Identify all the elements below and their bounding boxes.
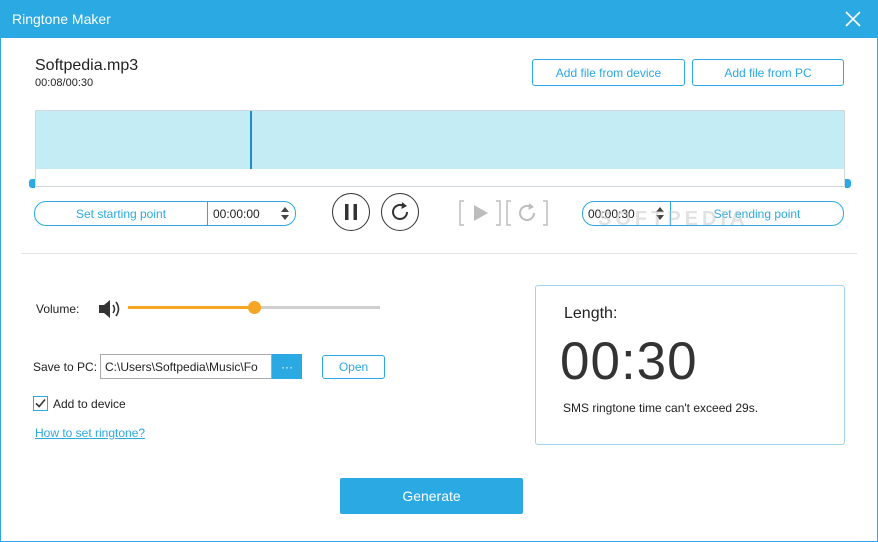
- length-value: 00:30: [560, 332, 698, 391]
- preview-play-icon[interactable]: [459, 198, 501, 228]
- window-title: Ringtone Maker: [12, 11, 111, 27]
- file-name: Softpedia.mp3: [35, 57, 139, 74]
- replay-icon: [392, 202, 408, 220]
- start-point-control: Set starting point 00:00:00: [34, 201, 296, 226]
- save-to-pc-label: Save to PC:: [33, 360, 98, 374]
- speaker-icon[interactable]: [98, 298, 124, 320]
- add-file-from-device-button[interactable]: Add file from device: [532, 59, 685, 86]
- title-bar: [0, 0, 878, 38]
- volume-label: Volume:: [36, 302, 80, 316]
- how-to-set-ringtone-link[interactable]: How to set ringtone?: [35, 426, 145, 440]
- generate-button[interactable]: Generate: [340, 478, 523, 514]
- preview-loop-icon[interactable]: [506, 198, 548, 228]
- add-file-from-pc-button[interactable]: Add file from PC: [692, 59, 844, 86]
- spinner-icon[interactable]: [281, 206, 289, 221]
- playhead[interactable]: [250, 111, 252, 169]
- replay-button[interactable]: [381, 193, 419, 231]
- set-starting-point-button[interactable]: Set starting point: [35, 202, 207, 225]
- start-handle[interactable]: [29, 179, 35, 188]
- add-to-device-checkbox[interactable]: [33, 396, 48, 411]
- open-button[interactable]: Open: [322, 355, 385, 379]
- length-note: SMS ringtone time can't exceed 29s.: [563, 401, 759, 415]
- pause-button[interactable]: [332, 193, 370, 231]
- end-handle[interactable]: [845, 179, 851, 188]
- start-time-field[interactable]: 00:00:00: [207, 202, 295, 225]
- close-button[interactable]: [838, 4, 868, 34]
- volume-slider-thumb[interactable]: [248, 301, 261, 314]
- checkmark-icon: [35, 398, 46, 408]
- browse-button[interactable]: ···: [272, 354, 302, 379]
- volume-slider-fill: [128, 306, 254, 309]
- close-icon: [845, 11, 861, 27]
- watermark: SOFTPEDIA: [598, 208, 749, 230]
- length-title: Length:: [564, 305, 618, 322]
- file-time: 00:08/00:30: [35, 77, 94, 89]
- save-path-input[interactable]: [100, 354, 272, 379]
- divider: [21, 253, 857, 254]
- add-to-device-label: Add to device: [53, 397, 126, 411]
- pause-icon: [345, 204, 357, 220]
- start-time-value: 00:00:00: [213, 206, 260, 221]
- waveform-selection[interactable]: [36, 111, 844, 169]
